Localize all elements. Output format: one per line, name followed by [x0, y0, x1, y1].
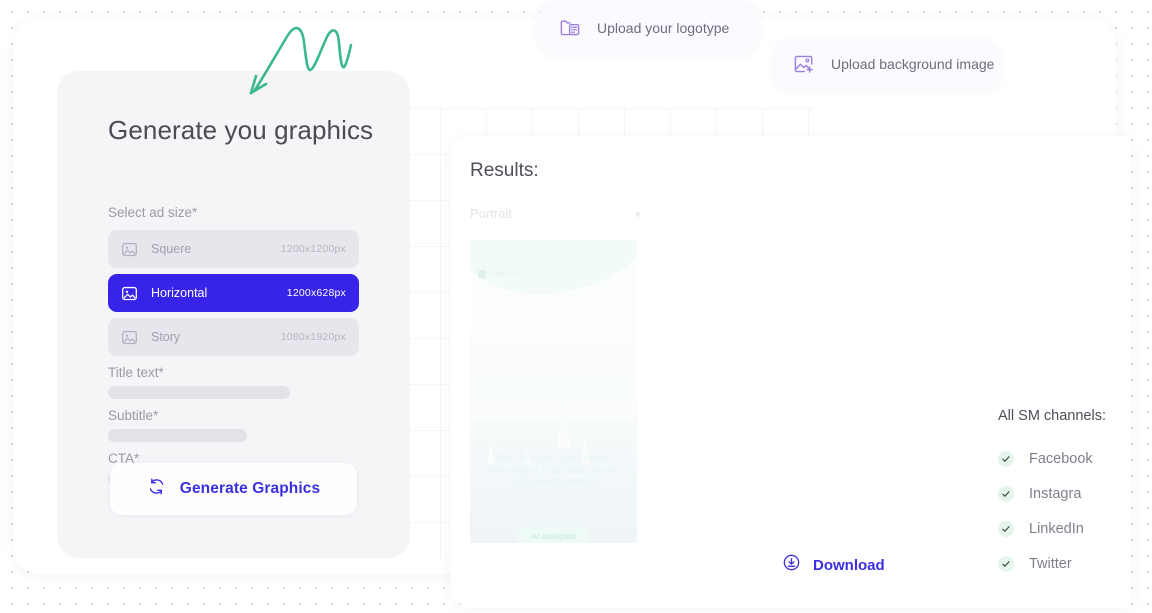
- sm-channel-label: Facebook: [1029, 450, 1093, 467]
- image-icon: [121, 285, 138, 302]
- result-preview-thumbnail[interactable]: Digital Rock With multiple digital trend…: [470, 240, 637, 543]
- check-icon: [998, 450, 1014, 467]
- chevron-down-icon[interactable]: ▾: [635, 208, 641, 221]
- generate-form-panel: Generate you graphics Select ad size* Sq…: [57, 71, 410, 558]
- subtitle-input[interactable]: [108, 429, 247, 442]
- upload-background-button[interactable]: Upload background image: [774, 40, 999, 88]
- sm-channel-label: Instagra: [1029, 485, 1082, 502]
- check-icon: [998, 485, 1014, 502]
- ad-size-option-story[interactable]: Story 1080x1920px: [108, 318, 359, 356]
- ad-size-option-label: Squere: [151, 242, 192, 256]
- upload-background-label: Upload background image: [831, 56, 995, 72]
- preview-cta-button: AI navigate: [517, 527, 590, 543]
- result-format-label: Portrait: [470, 206, 512, 221]
- image-icon: [121, 329, 138, 346]
- ad-size-option-horizontal[interactable]: Horizontal 1200x628px: [108, 274, 359, 312]
- upload-logotype-label: Upload your logotype: [597, 19, 730, 36]
- preview-headline: With multiple digital trends emerging at…: [487, 453, 620, 486]
- sm-channel-label: Twitter: [1029, 555, 1072, 572]
- ad-size-option-label: Story: [151, 330, 181, 344]
- sm-channel-linkedin[interactable]: LinkedIn: [998, 511, 1138, 546]
- results-panel: Results: Portrait ▾ Digital Rock With mu…: [451, 136, 1130, 608]
- title-text-input[interactable]: [108, 386, 290, 399]
- check-icon: [998, 520, 1014, 537]
- results-title: Results:: [470, 160, 539, 181]
- generate-graphics-label: Generate Graphics: [179, 480, 321, 497]
- preview-logo-text: Digital Rock: [489, 271, 522, 277]
- refresh-icon: [147, 477, 166, 501]
- check-icon: [998, 555, 1014, 572]
- download-button[interactable]: Download: [782, 553, 885, 577]
- ad-size-label: Select ad size*: [108, 205, 198, 220]
- preview-logo: Digital Rock: [478, 270, 522, 278]
- generate-graphics-button[interactable]: Generate Graphics: [110, 463, 357, 515]
- sm-channels-title: All SM channels:: [998, 408, 1106, 424]
- upload-logotype-button[interactable]: Upload your logotype: [539, 2, 757, 53]
- ad-size-option-dimensions: 1080x1920px: [280, 331, 346, 343]
- download-circle-icon: [782, 553, 801, 577]
- download-label: Download: [813, 556, 885, 574]
- preview-sailboat-main: [558, 388, 570, 448]
- ad-size-option-label: Horizontal: [151, 286, 208, 300]
- image-icon: [121, 241, 138, 258]
- app-card: Generate you graphics Select ad size* Sq…: [14, 18, 1130, 608]
- sm-channel-label: LinkedIn: [1029, 520, 1084, 537]
- sm-channels-block: All SM channels: Facebook Instagra Linke…: [998, 408, 1138, 581]
- image-plus-icon: [793, 53, 815, 75]
- ad-size-option-dimensions: 1200x1200px: [280, 243, 346, 255]
- logo-mark-icon: [478, 270, 486, 278]
- ad-size-option-dimensions: 1200x628px: [286, 287, 346, 299]
- ad-size-option-square[interactable]: Squere 1200x1200px: [108, 230, 359, 268]
- sm-channel-twitter[interactable]: Twitter: [998, 546, 1138, 581]
- folder-image-icon: [559, 17, 581, 39]
- page-title: Generate you graphics: [108, 115, 374, 145]
- title-text-label: Title text*: [108, 365, 164, 380]
- sm-channel-instagram[interactable]: Instagra: [998, 476, 1138, 511]
- subtitle-label: Subtitle*: [108, 408, 159, 423]
- sm-channel-facebook[interactable]: Facebook: [998, 441, 1138, 476]
